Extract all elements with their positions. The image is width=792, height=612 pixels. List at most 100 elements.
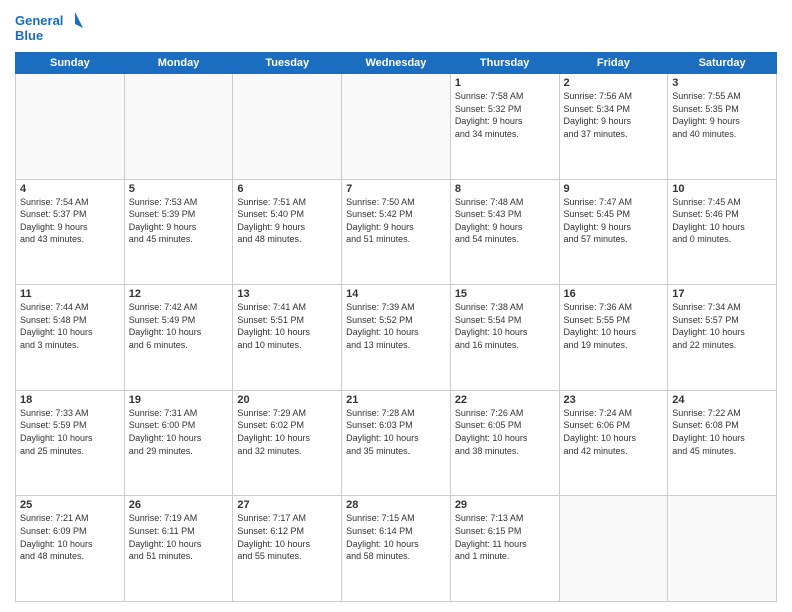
logo: General Blue (15, 10, 85, 46)
svg-text:General: General (15, 13, 63, 28)
day-number: 1 (455, 77, 555, 89)
day-info: Sunrise: 7:15 AMSunset: 6:14 PMDaylight:… (346, 512, 446, 562)
day-number: 8 (455, 183, 555, 195)
calendar-cell: 29Sunrise: 7:13 AMSunset: 6:15 PMDayligh… (450, 496, 559, 602)
weekday-header: Friday (559, 53, 668, 74)
calendar-cell: 19Sunrise: 7:31 AMSunset: 6:00 PMDayligh… (124, 390, 233, 496)
calendar-cell (16, 74, 125, 180)
calendar-cell (342, 74, 451, 180)
day-number: 23 (564, 394, 664, 406)
weekday-header: Monday (124, 53, 233, 74)
weekday-header: Saturday (668, 53, 777, 74)
day-info: Sunrise: 7:53 AMSunset: 5:39 PMDaylight:… (129, 196, 229, 246)
calendar-cell: 15Sunrise: 7:38 AMSunset: 5:54 PMDayligh… (450, 285, 559, 391)
day-number: 15 (455, 288, 555, 300)
day-info: Sunrise: 7:22 AMSunset: 6:08 PMDaylight:… (672, 407, 772, 457)
day-info: Sunrise: 7:17 AMSunset: 6:12 PMDaylight:… (237, 512, 337, 562)
day-number: 10 (672, 183, 772, 195)
weekday-header: Tuesday (233, 53, 342, 74)
calendar-cell: 25Sunrise: 7:21 AMSunset: 6:09 PMDayligh… (16, 496, 125, 602)
day-info: Sunrise: 7:38 AMSunset: 5:54 PMDaylight:… (455, 301, 555, 351)
day-number: 14 (346, 288, 446, 300)
day-info: Sunrise: 7:55 AMSunset: 5:35 PMDaylight:… (672, 90, 772, 140)
calendar-cell: 18Sunrise: 7:33 AMSunset: 5:59 PMDayligh… (16, 390, 125, 496)
calendar-cell: 5Sunrise: 7:53 AMSunset: 5:39 PMDaylight… (124, 179, 233, 285)
day-info: Sunrise: 7:50 AMSunset: 5:42 PMDaylight:… (346, 196, 446, 246)
day-number: 18 (20, 394, 120, 406)
day-info: Sunrise: 7:31 AMSunset: 6:00 PMDaylight:… (129, 407, 229, 457)
svg-text:Blue: Blue (15, 28, 43, 43)
day-number: 27 (237, 499, 337, 511)
day-info: Sunrise: 7:19 AMSunset: 6:11 PMDaylight:… (129, 512, 229, 562)
calendar-cell: 14Sunrise: 7:39 AMSunset: 5:52 PMDayligh… (342, 285, 451, 391)
day-info: Sunrise: 7:51 AMSunset: 5:40 PMDaylight:… (237, 196, 337, 246)
calendar-cell: 24Sunrise: 7:22 AMSunset: 6:08 PMDayligh… (668, 390, 777, 496)
calendar-cell: 26Sunrise: 7:19 AMSunset: 6:11 PMDayligh… (124, 496, 233, 602)
calendar-week-row: 18Sunrise: 7:33 AMSunset: 5:59 PMDayligh… (16, 390, 777, 496)
calendar-cell: 7Sunrise: 7:50 AMSunset: 5:42 PMDaylight… (342, 179, 451, 285)
calendar-cell (233, 74, 342, 180)
weekday-header: Thursday (450, 53, 559, 74)
calendar-cell: 27Sunrise: 7:17 AMSunset: 6:12 PMDayligh… (233, 496, 342, 602)
calendar-cell (124, 74, 233, 180)
day-info: Sunrise: 7:48 AMSunset: 5:43 PMDaylight:… (455, 196, 555, 246)
calendar-cell: 17Sunrise: 7:34 AMSunset: 5:57 PMDayligh… (668, 285, 777, 391)
calendar-week-row: 1Sunrise: 7:58 AMSunset: 5:32 PMDaylight… (16, 74, 777, 180)
day-info: Sunrise: 7:56 AMSunset: 5:34 PMDaylight:… (564, 90, 664, 140)
day-info: Sunrise: 7:41 AMSunset: 5:51 PMDaylight:… (237, 301, 337, 351)
day-info: Sunrise: 7:13 AMSunset: 6:15 PMDaylight:… (455, 512, 555, 562)
day-info: Sunrise: 7:45 AMSunset: 5:46 PMDaylight:… (672, 196, 772, 246)
calendar-cell: 11Sunrise: 7:44 AMSunset: 5:48 PMDayligh… (16, 285, 125, 391)
day-number: 12 (129, 288, 229, 300)
day-info: Sunrise: 7:44 AMSunset: 5:48 PMDaylight:… (20, 301, 120, 351)
calendar-cell: 28Sunrise: 7:15 AMSunset: 6:14 PMDayligh… (342, 496, 451, 602)
day-number: 19 (129, 394, 229, 406)
day-number: 17 (672, 288, 772, 300)
calendar-cell: 20Sunrise: 7:29 AMSunset: 6:02 PMDayligh… (233, 390, 342, 496)
calendar-cell: 6Sunrise: 7:51 AMSunset: 5:40 PMDaylight… (233, 179, 342, 285)
weekday-header-row: SundayMondayTuesdayWednesdayThursdayFrid… (16, 53, 777, 74)
logo-svg: General Blue (15, 10, 85, 46)
day-number: 6 (237, 183, 337, 195)
day-number: 22 (455, 394, 555, 406)
day-number: 4 (20, 183, 120, 195)
page: General Blue SundayMondayTuesdayWednesda… (0, 0, 792, 612)
day-number: 21 (346, 394, 446, 406)
day-info: Sunrise: 7:39 AMSunset: 5:52 PMDaylight:… (346, 301, 446, 351)
calendar-cell: 4Sunrise: 7:54 AMSunset: 5:37 PMDaylight… (16, 179, 125, 285)
day-number: 7 (346, 183, 446, 195)
calendar-cell: 12Sunrise: 7:42 AMSunset: 5:49 PMDayligh… (124, 285, 233, 391)
day-number: 29 (455, 499, 555, 511)
calendar-cell: 22Sunrise: 7:26 AMSunset: 6:05 PMDayligh… (450, 390, 559, 496)
calendar-table: SundayMondayTuesdayWednesdayThursdayFrid… (15, 52, 777, 602)
day-number: 20 (237, 394, 337, 406)
day-number: 9 (564, 183, 664, 195)
calendar-cell: 21Sunrise: 7:28 AMSunset: 6:03 PMDayligh… (342, 390, 451, 496)
day-number: 26 (129, 499, 229, 511)
calendar-cell: 2Sunrise: 7:56 AMSunset: 5:34 PMDaylight… (559, 74, 668, 180)
calendar-cell: 23Sunrise: 7:24 AMSunset: 6:06 PMDayligh… (559, 390, 668, 496)
calendar-cell: 3Sunrise: 7:55 AMSunset: 5:35 PMDaylight… (668, 74, 777, 180)
calendar-cell: 16Sunrise: 7:36 AMSunset: 5:55 PMDayligh… (559, 285, 668, 391)
day-info: Sunrise: 7:42 AMSunset: 5:49 PMDaylight:… (129, 301, 229, 351)
day-number: 5 (129, 183, 229, 195)
day-number: 3 (672, 77, 772, 89)
day-info: Sunrise: 7:58 AMSunset: 5:32 PMDaylight:… (455, 90, 555, 140)
calendar-week-row: 4Sunrise: 7:54 AMSunset: 5:37 PMDaylight… (16, 179, 777, 285)
calendar-cell: 10Sunrise: 7:45 AMSunset: 5:46 PMDayligh… (668, 179, 777, 285)
day-info: Sunrise: 7:54 AMSunset: 5:37 PMDaylight:… (20, 196, 120, 246)
calendar-cell: 8Sunrise: 7:48 AMSunset: 5:43 PMDaylight… (450, 179, 559, 285)
day-info: Sunrise: 7:36 AMSunset: 5:55 PMDaylight:… (564, 301, 664, 351)
day-info: Sunrise: 7:28 AMSunset: 6:03 PMDaylight:… (346, 407, 446, 457)
day-number: 25 (20, 499, 120, 511)
day-number: 24 (672, 394, 772, 406)
calendar-cell: 13Sunrise: 7:41 AMSunset: 5:51 PMDayligh… (233, 285, 342, 391)
day-info: Sunrise: 7:24 AMSunset: 6:06 PMDaylight:… (564, 407, 664, 457)
day-info: Sunrise: 7:47 AMSunset: 5:45 PMDaylight:… (564, 196, 664, 246)
header: General Blue (15, 10, 777, 46)
calendar-cell (668, 496, 777, 602)
day-info: Sunrise: 7:33 AMSunset: 5:59 PMDaylight:… (20, 407, 120, 457)
weekday-header: Wednesday (342, 53, 451, 74)
day-number: 2 (564, 77, 664, 89)
day-info: Sunrise: 7:29 AMSunset: 6:02 PMDaylight:… (237, 407, 337, 457)
